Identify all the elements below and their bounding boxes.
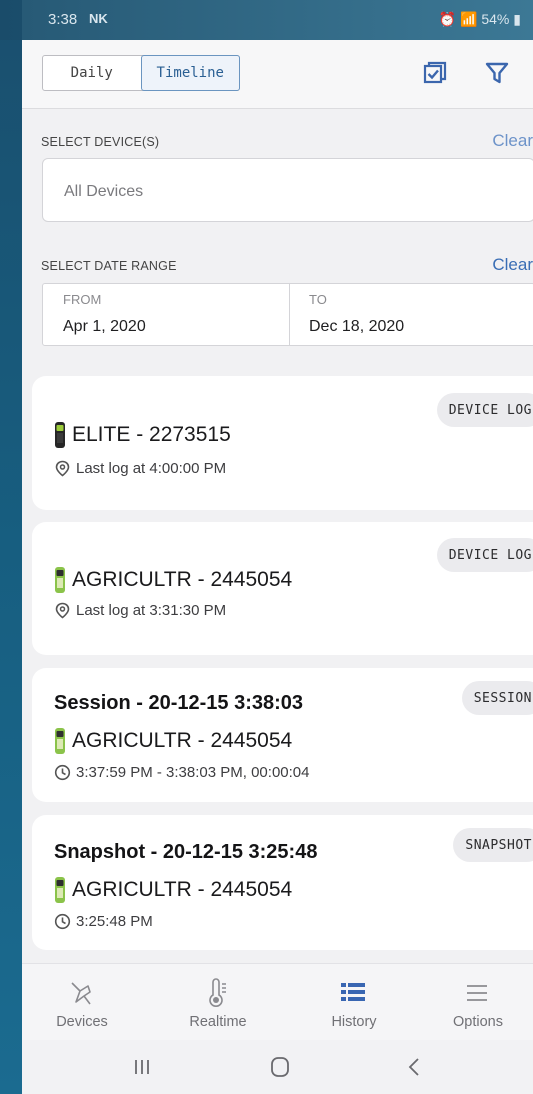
checklist-icon[interactable] (422, 60, 448, 86)
session-time-range: 3:37:59 PM - 3:38:03 PM, 00:00:04 (76, 764, 310, 781)
meta-row: Last log at 3:31:30 PM (54, 602, 226, 619)
session-card[interactable]: SESSION Session - 20-12-15 3:38:03 AGRIC… (32, 668, 533, 802)
select-date-range-label: SELECT DATE RANGE (41, 259, 177, 273)
device-log-badge: DEVICE LOG (436, 538, 533, 572)
wifi-icon: 📶 (460, 11, 478, 27)
app-header: Daily Timeline (22, 40, 533, 109)
back-icon[interactable] (394, 1054, 434, 1080)
select-devices-label: SELECT DEVICE(S) (41, 135, 160, 149)
clear-date-range-button[interactable]: Clear (492, 255, 533, 275)
device-log-card[interactable]: DEVICE LOG ELITE - 2273515 Last log at 4… (32, 376, 533, 510)
status-carrier: NK (89, 11, 108, 26)
recent-apps-icon[interactable] (122, 1054, 162, 1080)
clock-icon (54, 764, 71, 781)
list-icon (341, 983, 365, 1001)
snapshot-card[interactable]: SNAPSHOT Snapshot - 20-12-15 3:25:48 AGR… (32, 815, 533, 950)
status-bar: 3:38 NK ⏰ 📶 54% ▮ (22, 0, 533, 40)
view-toggle: Daily Timeline (42, 55, 240, 91)
device-name: AGRICULTR - 2445054 (72, 568, 293, 591)
date-range-field: FROM Apr 1, 2020 TO Dec 18, 2020 (42, 283, 533, 346)
to-value: Dec 18, 2020 (309, 318, 405, 335)
clock-icon (54, 913, 71, 930)
nav-options[interactable]: Options (418, 964, 533, 1041)
clear-devices-button[interactable]: Clear (492, 131, 533, 151)
agricultr-device-icon (55, 567, 65, 593)
last-log-text: Last log at 4:00:00 PM (76, 460, 227, 477)
device-row: ELITE - 2273515 (54, 421, 231, 449)
agricultr-device-icon (55, 877, 65, 903)
nav-history-label: History (331, 1014, 377, 1030)
battery-icon: ▮ (513, 11, 521, 27)
device-name: AGRICULTR - 2445054 (72, 878, 293, 901)
status-right: ⏰ 📶 54% ▮ (439, 11, 521, 28)
phone-screen: 3:38 NK ⏰ 📶 54% ▮ Daily Timeline SELECT … (22, 0, 533, 1094)
snapshot-time: 3:25:48 PM (76, 913, 153, 930)
tab-timeline[interactable]: Timeline (140, 55, 240, 91)
from-label: FROM (63, 292, 102, 307)
status-time: 3:38 (48, 11, 78, 28)
nav-realtime-label: Realtime (189, 1014, 247, 1030)
last-log-text: Last log at 3:31:30 PM (76, 602, 227, 619)
meta-row: 3:25:48 PM (54, 913, 153, 930)
bottom-navigation: Devices Realtime History Options (22, 963, 533, 1041)
devices-icon (71, 982, 91, 1005)
device-row: AGRICULTR - 2445054 (54, 727, 292, 755)
meta-row: Last log at 4:00:00 PM (54, 460, 226, 477)
background-left (0, 0, 22, 1094)
system-nav-bar (22, 1040, 533, 1094)
filter-icon[interactable] (484, 60, 510, 86)
options-icon (467, 985, 487, 1001)
device-log-card[interactable]: DEVICE LOG AGRICULTR - 2445054 Last log … (32, 522, 533, 655)
session-badge: SESSION (461, 681, 533, 715)
nav-devices[interactable]: Devices (22, 964, 142, 1041)
to-date-field[interactable]: TO Dec 18, 2020 (290, 284, 533, 345)
battery-text: 54% (481, 11, 510, 27)
alarm-icon: ⏰ (438, 11, 457, 27)
device-name: ELITE - 2273515 (72, 423, 231, 446)
from-value: Apr 1, 2020 (63, 318, 146, 335)
snapshot-badge: SNAPSHOT (453, 828, 533, 862)
device-name: AGRICULTR - 2445054 (72, 729, 293, 752)
session-title: Session - 20-12-15 3:38:03 (54, 692, 304, 714)
location-pin-icon (55, 602, 70, 619)
device-select-field[interactable]: All Devices (42, 158, 533, 222)
nav-realtime[interactable]: Realtime (158, 964, 278, 1041)
location-pin-icon (55, 460, 70, 477)
snapshot-title: Snapshot - 20-12-15 3:25:48 (54, 841, 318, 863)
from-date-field[interactable]: FROM Apr 1, 2020 (43, 284, 289, 345)
to-label: TO (309, 292, 327, 307)
device-row: AGRICULTR - 2445054 (54, 566, 292, 594)
elite-device-icon (55, 422, 65, 448)
tab-daily[interactable]: Daily (43, 56, 141, 90)
device-row: AGRICULTR - 2445054 (54, 876, 292, 904)
device-log-badge: DEVICE LOG (436, 393, 533, 427)
device-select-value: All Devices (64, 183, 144, 200)
nav-devices-label: Devices (56, 1014, 108, 1030)
nav-options-label: Options (453, 1014, 503, 1030)
home-icon[interactable] (260, 1054, 300, 1080)
nav-history[interactable]: History (294, 964, 414, 1041)
thermometer-icon (209, 978, 226, 1007)
agricultr-device-icon (55, 728, 65, 754)
meta-row: 3:37:59 PM - 3:38:03 PM, 00:00:04 (54, 764, 309, 781)
